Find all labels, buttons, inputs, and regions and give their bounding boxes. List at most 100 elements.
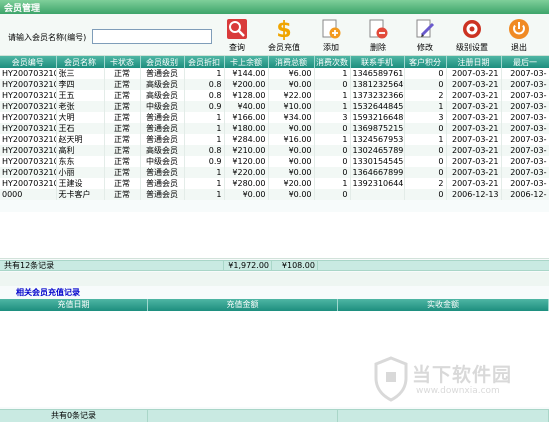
member-level: 高级会员 xyxy=(140,90,185,101)
member-id: HY20070321009 xyxy=(0,90,57,101)
section-divider xyxy=(0,272,549,286)
table-row[interactable]: HY20070321001 王建设 正常 普通会员 1 ¥280.00 ¥20.… xyxy=(0,178,549,189)
table-row[interactable]: HY20070321007 大明 正常 普通会员 1 ¥166.00 ¥34.0… xyxy=(0,112,549,123)
edit-label: 修改 xyxy=(417,43,433,52)
members-footer: 共有12条记录 ¥1,972.00 ¥108.00 xyxy=(0,260,549,271)
consume-count: 0 xyxy=(314,145,351,156)
consume-count: 3 xyxy=(314,112,351,123)
exit-button[interactable]: 退出 xyxy=(497,18,541,53)
column-header[interactable]: 最后一 xyxy=(501,56,549,68)
consume-count: 0 xyxy=(314,167,351,178)
member-name: 无卡客户 xyxy=(56,189,105,200)
card-status: 正常 xyxy=(104,134,141,145)
level-settings-button[interactable]: 级别设置 xyxy=(450,18,494,53)
register-date: 2007-03-21 xyxy=(446,145,502,156)
search-input[interactable] xyxy=(92,29,212,44)
add-button[interactable]: 添加 xyxy=(309,18,353,53)
member-id: HY20070321011 xyxy=(0,68,57,79)
column-header[interactable]: 充值金额 xyxy=(148,299,338,311)
table-row[interactable]: HY20070321003 东东 正常 中级会员 0.9 ¥120.00 ¥0.… xyxy=(0,156,549,167)
register-date: 2007-03-21 xyxy=(446,112,502,123)
points: 0 xyxy=(404,145,447,156)
member-discount: 1 xyxy=(184,123,225,134)
table-row[interactable]: HY20070321005 赵天明 正常 普通会员 1 ¥284.00 ¥16.… xyxy=(0,134,549,145)
member-level: 普通会员 xyxy=(140,123,185,134)
member-discount: 1 xyxy=(184,178,225,189)
register-date: 2007-03-21 xyxy=(446,90,502,101)
phone: 13024657896 xyxy=(350,145,405,156)
card-balance: ¥40.00 xyxy=(224,101,269,112)
card-status: 正常 xyxy=(104,101,141,112)
member-discount: 1 xyxy=(184,68,225,79)
edit-button[interactable]: 修改 xyxy=(403,18,447,53)
table-row[interactable]: HY20070321002 小丽 正常 普通会员 1 ¥220.00 ¥0.00… xyxy=(0,167,549,178)
table-row[interactable]: HY20070321004 高利 正常 高级会员 0.8 ¥210.00 ¥0.… xyxy=(0,145,549,156)
consume-count: 0 xyxy=(314,79,351,90)
column-header[interactable]: 消费总额 xyxy=(268,56,315,68)
column-header[interactable]: 消费次数 xyxy=(314,56,351,68)
phone: 15932166489 xyxy=(350,112,405,123)
points: 3 xyxy=(404,112,447,123)
card-balance: ¥280.00 xyxy=(224,178,269,189)
phone: 13245679536 xyxy=(350,134,405,145)
power-icon xyxy=(509,19,529,39)
table-row[interactable]: HY20070321009 王五 正常 高级会员 0.8 ¥128.00 ¥22… xyxy=(0,90,549,101)
table-row[interactable]: HY20070321010 李四 正常 高级会员 0.8 ¥200.00 ¥0.… xyxy=(0,79,549,90)
last-date: 2007-03- xyxy=(501,123,549,134)
watermark: 当下软件园 www.downxia.com xyxy=(372,356,547,406)
consume-count: 1 xyxy=(314,90,351,101)
card-status: 正常 xyxy=(104,79,141,90)
column-header[interactable]: 会员名称 xyxy=(56,56,105,68)
member-name: 王建设 xyxy=(56,178,105,189)
member-discount: 1 xyxy=(184,134,225,145)
card-balance: ¥210.00 xyxy=(224,145,269,156)
column-header[interactable]: 会员级别 xyxy=(140,56,185,68)
phone: 13465897611 xyxy=(350,68,405,79)
consume-total: ¥0.00 xyxy=(268,145,315,156)
shield-logo-icon xyxy=(374,356,408,402)
points: 0 xyxy=(404,68,447,79)
member-name: 东东 xyxy=(56,156,105,167)
consume-total: ¥6.00 xyxy=(268,68,315,79)
register-date: 2007-03-21 xyxy=(446,68,502,79)
level-settings-label: 级别设置 xyxy=(456,43,488,52)
consume-count: 1 xyxy=(314,101,351,112)
table-row[interactable]: HY20070321008 老张 正常 中级会员 0.9 ¥40.00 ¥10.… xyxy=(0,101,549,112)
delete-button[interactable]: 删除 xyxy=(356,18,400,53)
points: 2 xyxy=(404,90,447,101)
table-row[interactable]: 0000 无卡客户 正常 普通会员 1 ¥0.00 ¥0.00 0 0 2006… xyxy=(0,189,549,200)
member-name: 大明 xyxy=(56,112,105,123)
last-date: 2007-03- xyxy=(501,90,549,101)
column-header[interactable]: 卡上余额 xyxy=(224,56,269,68)
gear-icon xyxy=(463,20,481,38)
column-header[interactable]: 充值日期 xyxy=(0,299,148,311)
column-header[interactable]: 注册日期 xyxy=(446,56,502,68)
column-header[interactable]: 客户积分 xyxy=(404,56,447,68)
card-status: 正常 xyxy=(104,68,141,79)
card-balance: ¥144.00 xyxy=(224,68,269,79)
consume-total: ¥10.00 xyxy=(268,101,315,112)
member-discount: 0.9 xyxy=(184,101,225,112)
member-id: HY20070321003 xyxy=(0,156,57,167)
card-balance: ¥0.00 xyxy=(224,189,269,200)
recharge-button[interactable]: $ 会员充值 xyxy=(262,18,306,53)
member-discount: 0.8 xyxy=(184,145,225,156)
column-header[interactable]: 卡状态 xyxy=(104,56,141,68)
column-header[interactable]: 会员编号 xyxy=(0,56,57,68)
query-button[interactable]: 查询 xyxy=(215,18,259,53)
column-header[interactable]: 联系手机 xyxy=(350,56,405,68)
table-row[interactable]: HY20070321006 王石 正常 普通会员 1 ¥180.00 ¥0.00… xyxy=(0,123,549,134)
member-id: HY20070321010 xyxy=(0,79,57,90)
query-label: 查询 xyxy=(229,43,245,52)
phone: 13301545450 xyxy=(350,156,405,167)
member-level: 中级会员 xyxy=(140,156,185,167)
column-header[interactable]: 实收金额 xyxy=(338,299,549,311)
exit-label: 退出 xyxy=(511,43,527,52)
last-date: 2007-03- xyxy=(501,101,549,112)
column-header[interactable]: 会员折扣 xyxy=(184,56,225,68)
last-date: 2007-03- xyxy=(501,134,549,145)
consume-count: 0 xyxy=(314,156,351,167)
add-label: 添加 xyxy=(323,43,339,52)
card-status: 正常 xyxy=(104,156,141,167)
table-row[interactable]: HY20070321011 张三 正常 普通会员 1 ¥144.00 ¥6.00… xyxy=(0,68,549,79)
